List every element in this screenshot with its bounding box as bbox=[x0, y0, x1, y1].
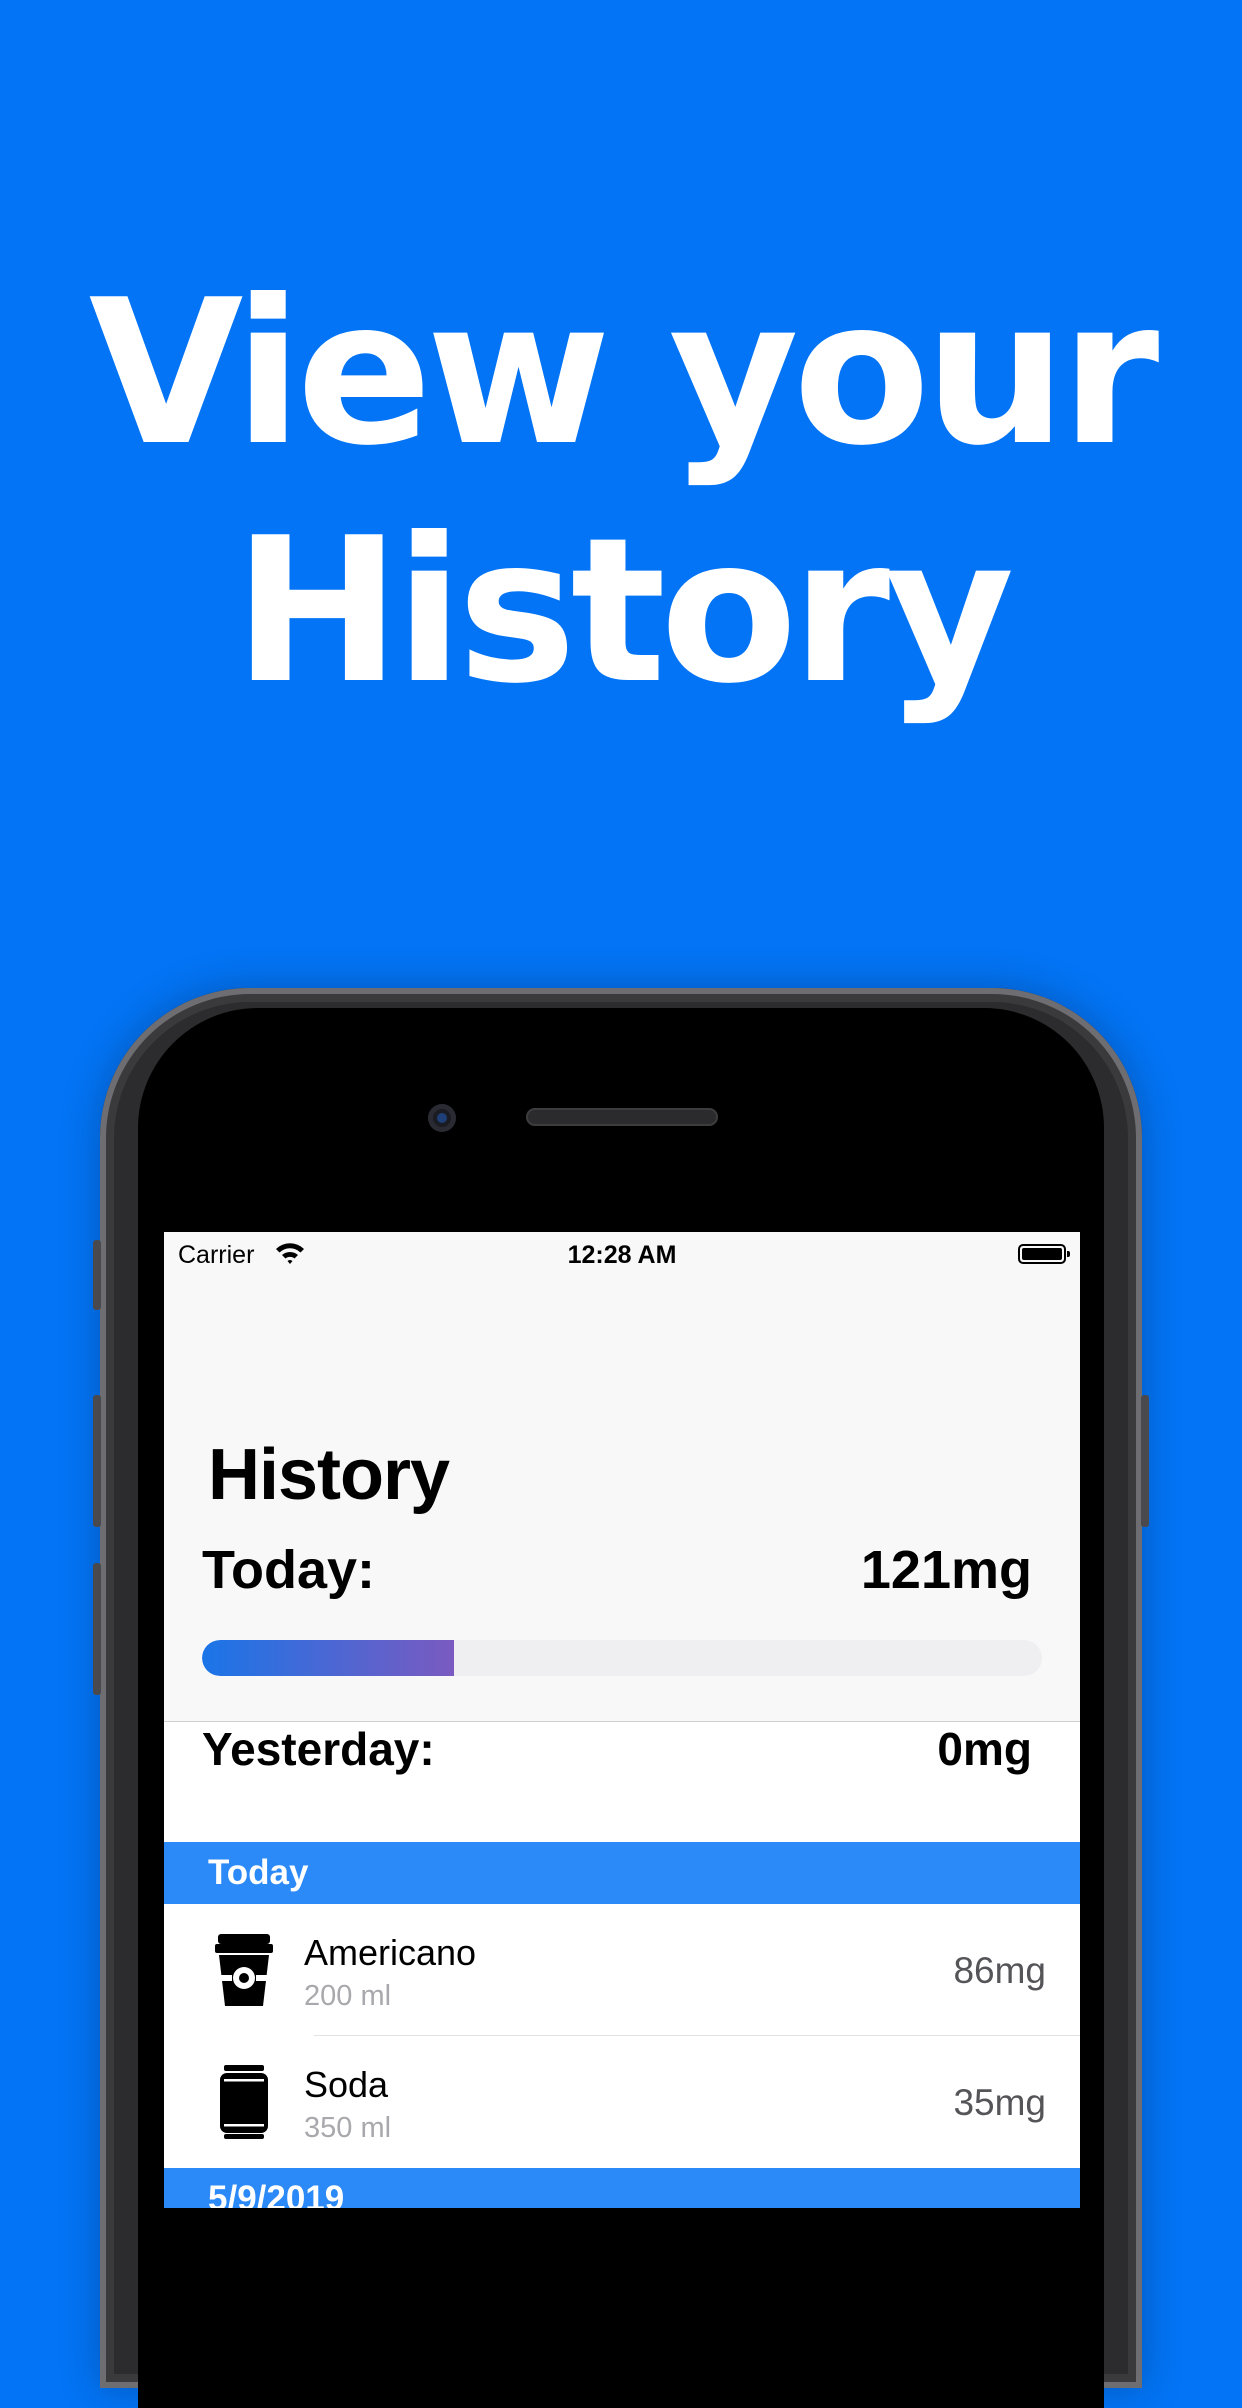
today-label: Today: bbox=[202, 1540, 375, 1600]
list-item[interactable]: Americano 200 ml 86mg bbox=[164, 1904, 1080, 2036]
section-header-today: Today bbox=[164, 1842, 1080, 1904]
headline: View your History bbox=[0, 255, 1242, 731]
item-volume: 200 ml bbox=[304, 1980, 392, 2012]
front-camera bbox=[428, 1104, 456, 1132]
today-progress-fill bbox=[202, 1640, 454, 1676]
phone-mute-switch bbox=[93, 1240, 101, 1310]
list-item[interactable]: Soda 350 ml 35mg bbox=[164, 2036, 1080, 2168]
item-name: Americano bbox=[304, 1932, 477, 1973]
yesterday-value: 0mg bbox=[937, 1723, 1032, 1775]
status-time: 12:28 AM bbox=[567, 1241, 677, 1269]
phone-power-button bbox=[1141, 1395, 1149, 1527]
coffee-cup-icon bbox=[215, 1934, 273, 2006]
section-header-date: 5/9/2019 bbox=[164, 2168, 1080, 2208]
today-progress-bar bbox=[202, 1640, 1042, 1676]
earpiece-speaker bbox=[526, 1108, 718, 1126]
headline-line-2: History bbox=[233, 495, 1015, 728]
item-volume: 350 ml bbox=[304, 2112, 392, 2144]
item-name: Soda bbox=[304, 2064, 389, 2105]
phone-volume-up-button bbox=[93, 1395, 101, 1527]
headline-line-1: View your bbox=[88, 257, 1160, 490]
item-caffeine: 86mg bbox=[953, 1950, 1046, 1991]
phone-screen: Carrier 12:28 AM History Today: 121mg Ye… bbox=[164, 1232, 1080, 2208]
battery-icon bbox=[1018, 1244, 1070, 1264]
yesterday-label: Yesterday: bbox=[202, 1723, 435, 1775]
item-caffeine: 35mg bbox=[953, 2082, 1046, 2123]
page-title: History bbox=[208, 1435, 450, 1515]
phone-volume-down-button bbox=[93, 1563, 101, 1695]
today-value: 121mg bbox=[860, 1540, 1032, 1600]
status-bar: Carrier 12:28 AM bbox=[164, 1232, 1080, 1278]
soda-can-icon bbox=[220, 2065, 268, 2139]
